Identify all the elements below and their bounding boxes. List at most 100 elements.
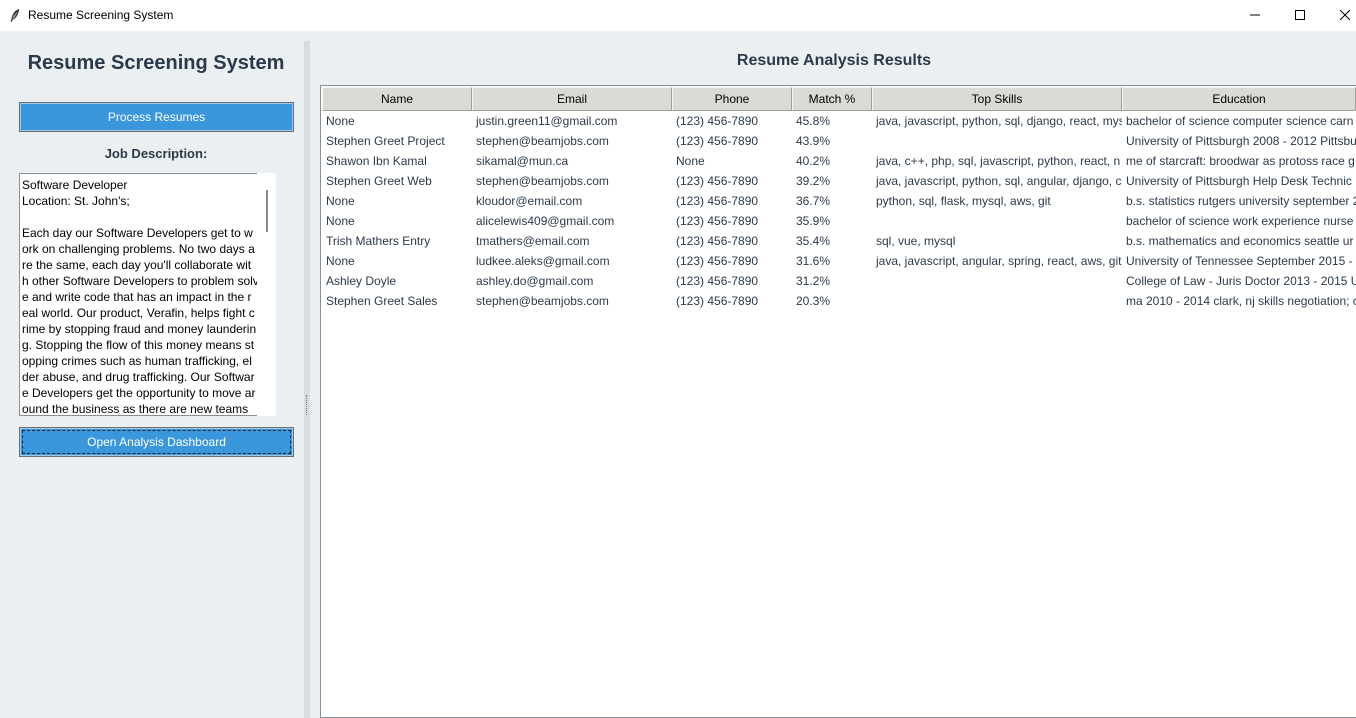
cell-name: Ashley Doyle [326, 274, 397, 288]
app-window: Resume Screening System Resume Screening… [0, 0, 1356, 718]
cell-match: 35.9% [796, 214, 831, 228]
cell-phone: (123) 456-7890 [676, 134, 759, 148]
cell-skills: java, javascript, python, sql, angular, … [876, 174, 1122, 188]
column-header-phone[interactable]: Phone [672, 87, 792, 111]
job-description-scrollbar[interactable] [257, 173, 276, 416]
table-header: Name Email Phone Match % Top Skills Education [322, 87, 1356, 111]
cell-name: None [326, 214, 355, 228]
column-header-education[interactable]: Education [1122, 87, 1356, 111]
cell-match: 45.8% [796, 114, 831, 128]
cell-education: University of Pittsburgh 2008 - 2012 Pit… [1126, 134, 1356, 148]
maximize-button[interactable] [1277, 0, 1323, 31]
cell-match: 43.9% [796, 134, 831, 148]
column-header-match[interactable]: Match % [792, 87, 872, 111]
table-row[interactable]: Stephen Greet Web stephen@beamjobs.com (12… [322, 171, 1356, 191]
results-table[interactable]: Name Email Phone Match % Top Skills Education… [320, 85, 1356, 718]
table-row[interactable]: None justin.green11@gmail.com (123) 456-78… [322, 111, 1356, 131]
cell-email: sikamal@mun.ca [476, 154, 569, 168]
app-heading: Resume Screening System [27, 52, 285, 74]
cell-phone: (123) 456-7890 [676, 274, 759, 288]
cell-match: 31.2% [796, 274, 831, 288]
column-header-skills[interactable]: Top Skills [872, 87, 1122, 111]
close-icon [1339, 6, 1351, 25]
cell-match: 20.3% [796, 294, 831, 308]
process-resumes-button[interactable]: Process Resumes [19, 102, 294, 132]
cell-phone: (123) 456-7890 [676, 174, 759, 188]
cell-education: bachelor of science computer science car… [1126, 114, 1354, 128]
table-row[interactable]: None kloudor@email.com (123) 456-7890 36.7%… [322, 191, 1356, 211]
table-row[interactable]: None ludkee.aleks@gmail.com (123) 456-7890… [322, 251, 1356, 271]
cell-email: alicelewis409@gmail.com [476, 214, 615, 228]
job-description-line: Each day our Software Developers get to … [22, 226, 253, 240]
cell-education: bachelor of science work experience nurs… [1126, 214, 1354, 228]
cell-email: stephen@beamjobs.com [476, 174, 609, 188]
cell-phone: (123) 456-7890 [676, 254, 759, 268]
cell-match: 40.2% [796, 154, 831, 168]
table-body: None justin.green11@gmail.com (123) 456-78… [322, 111, 1356, 311]
focus-ring [22, 430, 291, 454]
cell-skills [872, 271, 1122, 291]
cell-name: None [326, 254, 355, 268]
minimize-icon [1249, 6, 1261, 25]
maximize-icon [1294, 6, 1306, 25]
table-row[interactable]: Shawon Ibn Kamal sikamal@mun.ca None 40.2% j… [322, 151, 1356, 171]
feather-icon [9, 8, 21, 23]
cell-skills [872, 291, 1122, 311]
cell-phone: (123) 456-7890 [676, 294, 759, 308]
scrollbar-thumb[interactable] [266, 190, 268, 232]
open-dashboard-button[interactable]: Open Analysis Dashboard [19, 427, 294, 457]
cell-education: College of Law - Juris Doctor 2013 - 201… [1126, 274, 1356, 288]
job-description-line: e Developers get the opportunity to move… [22, 386, 256, 400]
control-panel: Resume Screening System Process Resumes … [0, 31, 304, 718]
table-row[interactable]: Stephen Greet Sales stephen@beamjobs.com (… [322, 291, 1356, 311]
minimize-button[interactable] [1232, 0, 1278, 31]
cell-email: kloudor@email.com [476, 194, 583, 208]
panel-divider[interactable] [304, 41, 310, 718]
cell-match: 31.6% [796, 254, 831, 268]
column-header-name[interactable]: Name [322, 87, 472, 111]
cell-education: ma 2010 - 2014 clark, nj skills negotiat… [1126, 294, 1356, 308]
table-row[interactable]: Stephen Greet Project stephen@beamjobs.co… [322, 131, 1356, 151]
cell-match: 36.7% [796, 194, 831, 208]
table-row[interactable]: Ashley Doyle ashley.do@gmail.com (123) 456… [322, 271, 1356, 291]
cell-skills: python, sql, flask, mysql, aws, git [876, 194, 1051, 208]
job-description-line: Software Developer [22, 178, 128, 192]
cell-name: Stephen Greet Project [326, 134, 445, 148]
job-description-line: Location: St. John's; [22, 194, 130, 208]
divider-grip[interactable] [306, 395, 309, 415]
job-description-line: der abuse, and drug trafficking. Our Sof… [22, 370, 255, 384]
cell-phone: None [676, 154, 705, 168]
cell-skills: sql, vue, mysql [876, 234, 956, 248]
cell-education: b.s. statistics rutgers university septe… [1126, 194, 1356, 208]
table-row[interactable]: None alicelewis409@gmail.com (123) 456-789… [322, 211, 1356, 231]
title-bar[interactable]: Resume Screening System [0, 0, 1356, 31]
table-row[interactable]: Trish Mathers Entry tmathers@email.com (12… [322, 231, 1356, 251]
results-heading: Resume Analysis Results [736, 52, 932, 69]
job-description-line: g. Stopping the flow of this money means… [22, 338, 255, 352]
job-description-textarea[interactable]: Software Developer Location: St. John's; … [19, 173, 276, 416]
close-button[interactable] [1322, 0, 1356, 31]
cell-name: Shawon Ibn Kamal [326, 154, 427, 168]
cell-skills: java, c++, php, sql, javascript, python,… [876, 154, 1121, 168]
cell-name: None [326, 194, 355, 208]
job-description-line [22, 209, 275, 225]
cell-email: tmathers@email.com [476, 234, 590, 248]
job-description-text: Software Developer Location: St. John's; … [22, 177, 275, 415]
cell-education: me of starcraft: broodwar as protoss rac… [1126, 154, 1355, 168]
column-header-email[interactable]: Email [472, 87, 672, 111]
job-description-line: re the same, each day you'll collaborate… [22, 258, 252, 272]
cell-education: b.s. mathematics and economics seattle u… [1126, 234, 1354, 248]
cell-phone: (123) 456-7890 [676, 214, 759, 228]
cell-email: stephen@beamjobs.com [476, 134, 609, 148]
cell-name: Stephen Greet Sales [326, 294, 438, 308]
cell-name: Stephen Greet Web [326, 174, 432, 188]
cell-email: justin.green11@gmail.com [476, 114, 618, 128]
job-description-line: opping crimes such as human trafficking,… [22, 354, 252, 368]
cell-education: University of Pittsburgh Help Desk Techn… [1126, 174, 1352, 188]
cell-email: ashley.do@gmail.com [476, 274, 594, 288]
cell-match: 35.4% [796, 234, 831, 248]
job-description-line: ork on challenging problems. No two days… [22, 242, 255, 256]
cell-phone: (123) 456-7890 [676, 114, 759, 128]
cell-skills: java, javascript, python, sql, django, r… [876, 114, 1122, 128]
window-title: Resume Screening System [28, 8, 174, 22]
